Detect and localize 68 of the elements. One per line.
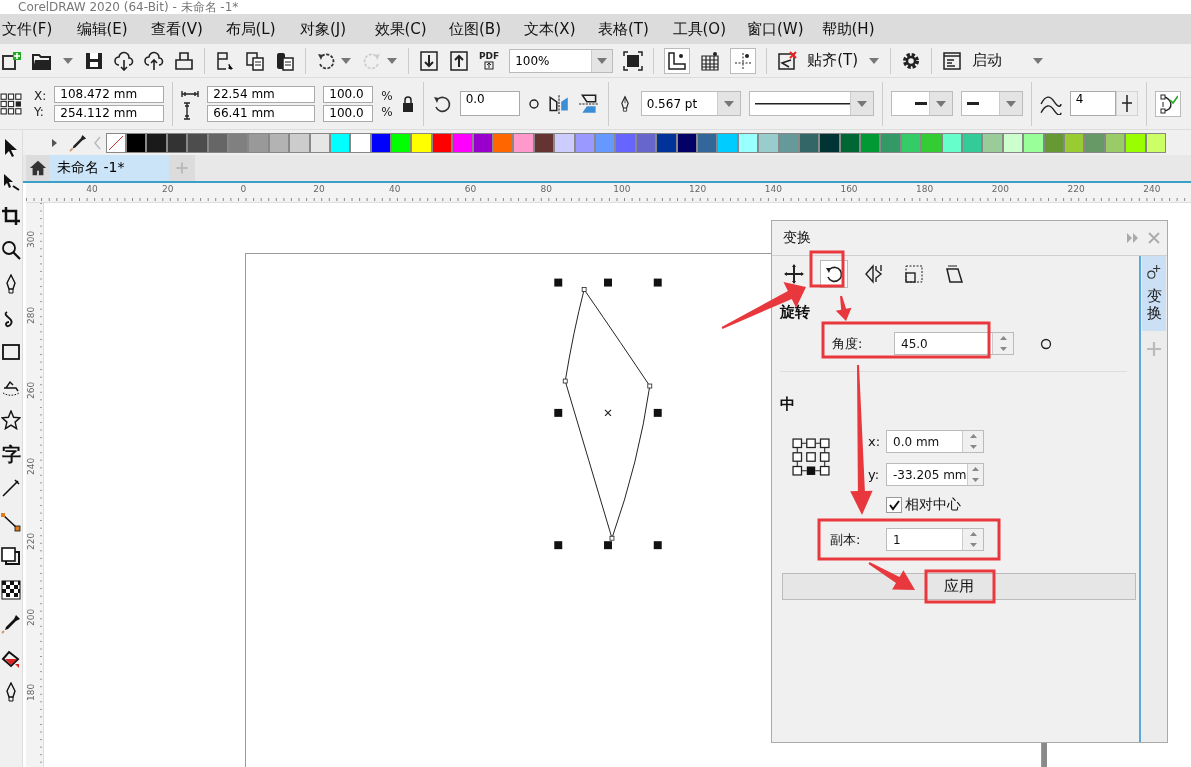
y-label: y: xyxy=(868,467,881,482)
x-label: x: xyxy=(868,434,882,449)
width-field[interactable]: 22.54 mm xyxy=(207,85,316,103)
scale-y-field[interactable]: 100.0 xyxy=(323,104,374,122)
menu-item[interactable]: 文件(F) xyxy=(0,19,75,39)
center-y-field[interactable]: -33.205 mm xyxy=(886,463,984,486)
menu-item[interactable]: 布局(L) xyxy=(223,19,298,39)
menu-item[interactable]: 编辑(E) xyxy=(74,19,149,39)
x-label: X: xyxy=(34,88,47,103)
outline-width-dropdown[interactable]: 0.567 pt xyxy=(640,91,741,116)
menu-item[interactable]: 文本(X) xyxy=(521,19,596,39)
copies-field[interactable]: 1 xyxy=(886,528,984,551)
publish-pdf-button[interactable]: PDF xyxy=(479,51,500,70)
apply-button[interactable]: 应用 xyxy=(782,573,1136,600)
angle-label: 角度: xyxy=(832,334,864,353)
docker-title: 变换 xyxy=(783,229,811,247)
ruler-label: 220 xyxy=(1066,184,1086,194)
ruler-label: 180 xyxy=(915,184,935,194)
rotation-angle-field[interactable]: 0.0 xyxy=(459,91,520,116)
ruler-label: 160 xyxy=(839,184,859,194)
menu-item[interactable]: 效果(C) xyxy=(372,19,447,39)
percent-sign: % xyxy=(381,88,393,103)
menu-item[interactable]: 表格(T) xyxy=(596,19,671,39)
section-heading: 旋转 xyxy=(780,303,810,322)
scale-x-field[interactable]: 100.0 xyxy=(323,85,374,103)
section-heading: 中 xyxy=(780,395,795,414)
ruler-label: 280 xyxy=(26,304,37,326)
text-tool[interactable]: 字 xyxy=(1,444,21,464)
ruler-label: 260 xyxy=(26,380,37,401)
percent-sign: % xyxy=(381,104,393,119)
center-x-field[interactable]: 0.0 mm xyxy=(886,430,984,453)
ruler-label: 40 xyxy=(388,184,402,194)
window-title: CorelDRAW 2020 (64-Bit) - 未命名 -1* xyxy=(17,0,240,14)
menu-item[interactable]: 位图(B) xyxy=(447,19,522,39)
segments-field[interactable]: 4 xyxy=(1069,91,1116,116)
ruler-label: 100 xyxy=(612,184,632,194)
docker-side-tab[interactable]: 变换 xyxy=(1142,256,1166,331)
ruler-label: 40 xyxy=(85,184,99,194)
menu-item[interactable]: 帮助(H) xyxy=(819,19,894,39)
launch-menu[interactable]: 启动 xyxy=(972,51,1003,70)
height-field[interactable]: 66.41 mm xyxy=(207,104,316,122)
y-position-field[interactable]: 254.112 mm xyxy=(54,104,165,122)
angle-field[interactable]: 45.0 xyxy=(894,332,1014,355)
ruler-label: 60 xyxy=(463,184,478,194)
snap-to-menu[interactable]: 贴齐(T) xyxy=(807,51,859,70)
menu-item[interactable]: 对象(J) xyxy=(298,19,373,39)
copies-label: 副本: xyxy=(830,530,862,549)
ruler-label: 80 xyxy=(539,184,553,194)
menu-item[interactable]: 窗口(W) xyxy=(745,19,820,39)
menu-item[interactable]: 查看(V) xyxy=(149,19,224,39)
y-label: Y: xyxy=(34,104,45,119)
ruler-label: 200 xyxy=(26,606,37,628)
menu-item[interactable]: 工具(O) xyxy=(670,19,745,39)
ruler-label: 240 xyxy=(26,455,37,477)
ruler-label: 120 xyxy=(688,184,708,194)
ruler-label: 180 xyxy=(26,682,37,703)
document-tab[interactable]: 未命名 -1* xyxy=(49,155,169,181)
ruler-label: 20 xyxy=(160,184,175,194)
ruler-label: 240 xyxy=(1142,184,1162,194)
ruler-label: 220 xyxy=(26,531,37,552)
ruler-label: 200 xyxy=(990,184,1010,194)
ruler-label: 0 xyxy=(239,184,248,194)
x-position-field[interactable]: 108.472 mm xyxy=(54,85,165,103)
checkbox-label: 相对中心 xyxy=(905,496,961,514)
ruler-label: 140 xyxy=(763,184,783,194)
ruler-label: 300 xyxy=(26,229,37,250)
zoom-level-dropdown[interactable]: 100% xyxy=(509,48,614,73)
ruler-label: 20 xyxy=(312,184,326,194)
